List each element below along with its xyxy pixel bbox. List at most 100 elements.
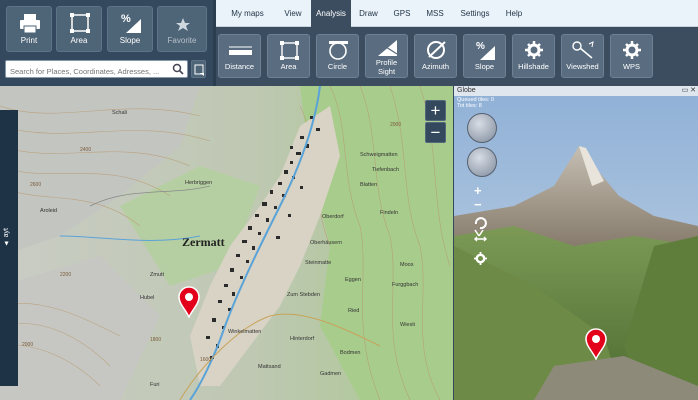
map-canvas[interactable]: Zermatt Oberhäusern Winkelmatten Zum Ste… [0,86,453,400]
profile-label: Profile [375,58,398,67]
hillshade-label: Hillshade [518,62,549,71]
place-label: Mattsand [258,364,281,370]
search-options-icon [194,64,204,76]
gear-icon [623,41,641,59]
azimuth-tool-button[interactable]: Azimuth [414,34,457,78]
contour-value: 1800 [150,337,161,343]
place-label: Steinmatte [305,260,331,266]
place-label: Bodmen [340,350,361,356]
tab-gps[interactable]: GPS [386,0,418,27]
circle-label: Circle [327,62,348,71]
slope-button[interactable]: % Slope [107,6,153,52]
print-button[interactable]: Print [6,6,52,52]
search-options-button[interactable] [191,60,206,78]
place-label: Zum Stebden [287,292,320,298]
menu-tabs: My maps View Analysis Draw GPS MSS Setti… [216,0,698,27]
globe-window-controls[interactable]: ▭ ✕ [682,86,696,96]
area-tool-button[interactable]: Area [267,34,310,78]
tab-mss[interactable]: MSS [418,0,452,27]
place-label: Oberdorf [322,214,344,220]
place-label: Blatten [360,182,377,188]
place-label: Herbriggen [185,180,212,186]
circle-tool-button[interactable]: Circle [316,34,359,78]
tab-analysis[interactable]: Analysis [311,0,351,27]
viewshed-label: Viewshed [566,62,599,71]
zoom-in-button[interactable]: + [425,100,446,121]
globe-title: Globe [457,87,476,94]
globe-info: Queued tiles: 0 Tot tiles: 8 [457,97,494,109]
place-label: Furggbach [392,282,418,288]
slope-icon: % [121,13,141,33]
contour-value: 2200 [60,272,71,278]
sight-label: Sight [377,67,396,76]
globe-zoom-out-button[interactable]: − [474,198,482,211]
place-label: Zmutt [150,272,165,278]
tab-help[interactable]: Help [498,0,530,27]
place-label: Hubel [140,295,154,301]
azimuth-label: Azimuth [421,62,450,71]
slope-icon: % [476,41,495,60]
town-label: Zermatt [182,235,225,249]
place-label: Schweigmatten [360,152,398,158]
search-input[interactable] [6,63,171,80]
place-label: Gadmen [320,371,341,377]
area-button[interactable]: Area [56,6,102,52]
side-panel-label: ▲ ayt [3,228,10,247]
map-application: Zermatt Oberhäusern Winkelmatten Zum Ste… [0,0,698,400]
area-tool-label: Area [280,62,297,71]
place-label: Ried [348,308,359,314]
map-marker-icon[interactable] [178,286,200,318]
pan-navigation-icon[interactable] [467,113,497,143]
side-panel-toggle[interactable]: ▲ ayt [0,110,18,386]
globe-settings-gear-icon[interactable] [474,252,487,265]
main-menu: My maps View Analysis Draw GPS MSS Setti… [216,0,698,86]
hillshade-tool-button[interactable]: Hillshade [512,34,555,78]
favorite-button[interactable]: Favorite [157,6,207,52]
place-label: Eggen [345,277,361,283]
svg-text:%: % [476,41,485,52]
zoom-out-button[interactable]: − [425,122,446,143]
distance-tool-button[interactable]: Distance [218,34,261,78]
slope-tool-button[interactable]: % Slope [463,34,506,78]
wps-label: WPS [622,62,641,71]
tab-view[interactable]: View [275,0,311,27]
slope-label: Slope [119,36,141,45]
area-label: Area [70,36,88,45]
globe-marker-icon[interactable] [585,328,607,360]
profile-sight-tool-button[interactable]: Profile Sight [365,34,408,78]
azimuth-icon [427,41,446,59]
printer-icon [20,14,40,34]
favorite-label: Favorite [167,36,197,45]
profile-icon [377,40,398,56]
svg-text:%: % [121,13,131,25]
globe-reset-icon[interactable] [474,217,487,243]
place-label: Furi [150,382,159,388]
tab-draw[interactable]: Draw [351,0,386,27]
star-icon [176,18,190,31]
circle-icon [329,41,348,60]
orbit-navigation-icon[interactable] [467,147,497,177]
globe-3d-view[interactable]: Globe ▭ ✕ Queued tiles: 0 Tot tiles: 8 +… [454,86,698,400]
place-label: Moos [400,262,414,268]
globe-zoom-in-button[interactable]: + [474,184,482,197]
place-label: Winkelmatten [228,329,261,335]
distance-icon [229,46,252,55]
viewshed-tool-button[interactable]: Viewshed [561,34,604,78]
place-label: Oberhäusern [310,240,342,246]
wps-tool-button[interactable]: WPS [610,34,653,78]
viewshed-icon [572,41,594,59]
tab-my-maps[interactable]: My maps [220,0,275,27]
place-label: Wiesti [400,322,415,328]
contour-value: 2000 [22,342,33,348]
search-icon[interactable] [172,63,184,75]
place-label: Findeln [380,210,398,216]
topographic-map[interactable]: Zermatt Oberhäusern Winkelmatten Zum Ste… [0,86,453,400]
globe-title-bar: Globe ▭ ✕ [454,86,698,96]
left-toolbar: Print Area % Slope Favorite [0,0,213,86]
slope-tool-label: Slope [474,62,495,71]
search-field[interactable] [5,60,188,80]
distance-label: Distance [224,62,255,71]
print-label: Print [20,36,38,45]
tab-settings[interactable]: Settings [452,0,498,27]
contour-value: 1600 [200,357,211,363]
